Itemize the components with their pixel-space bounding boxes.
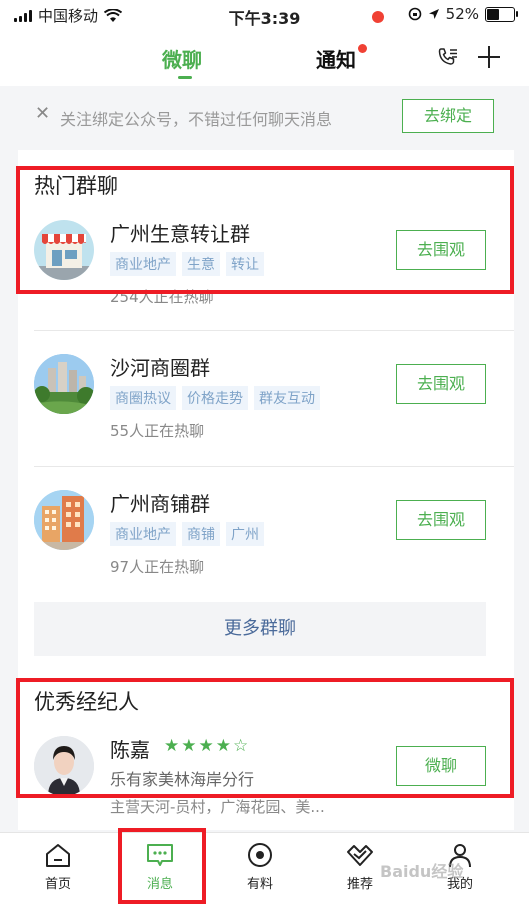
group-tag: 商铺 xyxy=(182,522,220,546)
battery-fill xyxy=(487,8,500,20)
group-tags: 商业地产 商铺 广州 xyxy=(110,522,264,546)
group-tag: 价格走势 xyxy=(182,386,248,410)
top-nav: 微聊 通知 xyxy=(0,30,529,86)
status-right: 52% xyxy=(408,5,518,23)
target-icon xyxy=(248,843,272,867)
divider xyxy=(34,330,514,331)
battery-percent: 52% xyxy=(445,5,479,23)
nav-label: 首页 xyxy=(44,877,71,892)
group-tags: 商圈热议 价格走势 群友互动 xyxy=(110,386,320,410)
view-group-button[interactable]: 去围观 xyxy=(396,500,486,540)
nav-label: 有料 xyxy=(246,877,273,892)
group-tag: 群友互动 xyxy=(254,386,320,410)
group-tag: 商业地产 xyxy=(110,522,176,546)
more-groups-button[interactable]: 更多群聊 xyxy=(34,602,486,656)
group-avatar xyxy=(34,354,94,414)
home-icon xyxy=(46,844,70,867)
building-icon xyxy=(34,490,94,550)
group-tag: 广州 xyxy=(226,522,264,546)
rotation-lock-icon xyxy=(408,7,421,21)
divider xyxy=(34,466,514,467)
nav-item-home[interactable]: 首页 xyxy=(18,841,98,892)
group-avatar xyxy=(34,490,94,550)
view-group-button[interactable]: 去围观 xyxy=(396,364,486,404)
bind-button[interactable]: 去绑定 xyxy=(402,99,494,133)
notice-badge xyxy=(358,44,367,53)
agent-area: 主营天河-员村，广海花园、美... xyxy=(110,798,325,816)
group-count: 55人正在热聊 xyxy=(110,422,205,440)
phone-list-icon[interactable] xyxy=(436,46,460,70)
highlight-box-agent xyxy=(16,678,514,798)
group-name: 沙河商圈群 xyxy=(110,356,210,380)
plus-icon[interactable] xyxy=(476,44,502,70)
highlight-box-hot-group xyxy=(16,166,514,294)
tab-active-indicator xyxy=(178,76,192,79)
group-count: 97人正在热聊 xyxy=(110,558,205,576)
tab-chat[interactable]: 微聊 xyxy=(162,44,202,73)
group-tag: 商圈热议 xyxy=(110,386,176,410)
bind-banner: ✕ 关注绑定公众号，不错过任何聊天消息 去绑定 xyxy=(18,90,514,142)
group-item[interactable]: 沙河商圈群 商圈热议 价格走势 群友互动 55人正在热聊 去围观 xyxy=(18,346,514,464)
close-icon[interactable]: ✕ xyxy=(35,103,50,124)
location-icon xyxy=(428,9,439,19)
nav-item-discover[interactable]: 有料 xyxy=(220,841,300,892)
heart-check-icon xyxy=(347,845,373,866)
city-icon xyxy=(34,354,94,414)
highlight-box-messages-tab xyxy=(118,828,206,904)
status-bar: 中国移动 下午3:39 52% xyxy=(0,0,529,30)
watermark: Baidu经验 xyxy=(380,862,464,881)
bind-banner-text: 关注绑定公众号，不错过任何聊天消息 xyxy=(60,110,333,129)
recommend-badge xyxy=(372,11,384,23)
battery-icon xyxy=(485,6,518,22)
group-item[interactable]: 广州商铺群 商业地产 商铺 广州 97人正在热聊 去围观 xyxy=(18,482,514,600)
tab-notice[interactable]: 通知 xyxy=(316,44,356,73)
group-name: 广州商铺群 xyxy=(110,492,210,516)
